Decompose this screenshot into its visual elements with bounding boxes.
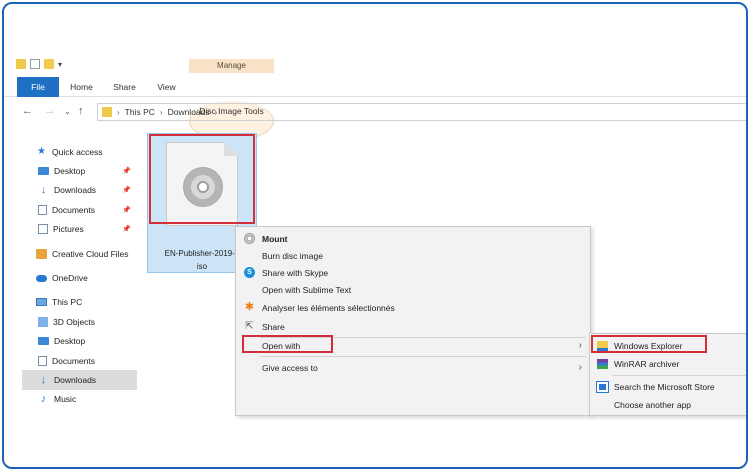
new-folder-icon[interactable]	[44, 59, 54, 69]
share-icon: ⇱	[245, 321, 254, 332]
sidebar-item-documents-pc[interactable]: Documents	[22, 351, 137, 370]
menu-item-share[interactable]: ⇱ Share	[236, 318, 590, 335]
submenu-chevron-icon: ›	[578, 340, 582, 351]
sidebar-item-desktop[interactable]: Desktop 📌	[22, 161, 137, 180]
skype-icon: S	[244, 267, 255, 278]
folder-icon	[102, 107, 112, 117]
highlight-box-windows-explorer	[591, 335, 707, 353]
pin-icon: 📌	[122, 206, 131, 214]
pin-icon: 📌	[122, 226, 131, 234]
desktop-icon	[38, 337, 49, 346]
3d-objects-icon	[38, 316, 48, 327]
manage-contextual-tab-header: Manage	[189, 59, 274, 73]
menu-item-burn-disc-image[interactable]: Burn disc image	[236, 247, 590, 264]
music-icon: ♪	[40, 393, 47, 406]
breadcrumb-separator-icon: ›	[214, 107, 218, 117]
highlight-box-open-with	[242, 335, 333, 353]
sidebar-item-label: Desktop	[54, 166, 86, 177]
tab-home[interactable]: Home	[64, 77, 99, 97]
documents-icon	[38, 355, 47, 366]
avast-icon: ✱	[244, 301, 255, 313]
address-bar[interactable]: › This PC › Downloads ›	[97, 103, 746, 121]
menu-item-share-with-skype[interactable]: S Share with Skype	[236, 264, 590, 281]
download-arrow-icon: ↓	[40, 373, 47, 386]
sidebar-item-label: OneDrive	[52, 273, 88, 284]
desktop-icon	[38, 167, 49, 176]
sidebar-item-label: Downloads	[54, 374, 97, 385]
sidebar-item-label: Pictures	[53, 224, 84, 235]
menu-item-analyser[interactable]: ✱ Analyser les éléments sélectionnés	[236, 299, 590, 316]
breadcrumb-this-pc[interactable]: This PC	[125, 107, 155, 117]
navigation-pane: ★ Quick access Desktop 📌 ↓ Downloads 📌 D…	[22, 142, 137, 409]
menu-item-open-with-sublime-text[interactable]: Open with Sublime Text	[236, 281, 590, 298]
microsoft-store-icon	[596, 381, 609, 393]
breadcrumb-separator-icon: ›	[117, 107, 120, 117]
menu-separator	[612, 375, 746, 376]
sidebar-item-documents[interactable]: Documents 📌	[22, 200, 137, 219]
properties-icon[interactable]	[30, 59, 40, 69]
documents-icon	[38, 204, 47, 215]
winrar-icon	[597, 359, 608, 369]
breadcrumb-separator-icon: ›	[159, 107, 163, 117]
folder-icon	[16, 59, 26, 69]
menu-item-mount[interactable]: Mount	[236, 230, 590, 247]
sidebar-item-label: Documents	[52, 204, 95, 215]
sidebar-item-creative-cloud-files[interactable]: Creative Cloud Files	[22, 244, 137, 263]
tab-view[interactable]: View	[149, 77, 184, 97]
sidebar-item-onedrive[interactable]: OneDrive	[22, 268, 137, 287]
recent-locations-chevron-icon[interactable]: ⌄	[64, 107, 71, 116]
highlight-box-file	[149, 134, 255, 224]
sidebar-item-label: Downloads	[54, 185, 97, 196]
submenu-item-choose-another-app[interactable]: Choose another app	[590, 396, 746, 414]
tab-file[interactable]: File	[17, 77, 59, 97]
sidebar-item-3d-objects[interactable]: 3D Objects	[22, 312, 137, 331]
breadcrumb-downloads[interactable]: Downloads	[168, 107, 210, 117]
sidebar-item-quick-access[interactable]: ★ Quick access	[22, 142, 137, 161]
disc-icon	[244, 233, 255, 244]
tab-share[interactable]: Share	[107, 77, 142, 97]
sidebar-item-label: Quick access	[52, 146, 103, 157]
navigation-bar: ← → ⌄ ↑ › This PC › Downloads ›	[4, 101, 746, 123]
sidebar-item-music[interactable]: ♪ Music	[22, 390, 137, 409]
pin-icon: 📌	[122, 187, 131, 195]
sidebar-item-downloads-pc[interactable]: ↓ Downloads	[22, 370, 137, 390]
sidebar-item-label: Music	[54, 394, 77, 405]
sidebar-item-pictures[interactable]: Pictures 📌	[22, 220, 137, 239]
menu-item-give-access-to[interactable]: Give access to ›	[236, 359, 590, 376]
pictures-icon	[38, 224, 48, 235]
submenu-item-winrar[interactable]: WinRAR archiver	[590, 355, 746, 373]
quick-access-toolbar: ▾	[16, 57, 62, 71]
forward-arrow-icon[interactable]: →	[44, 105, 55, 117]
sidebar-item-label: Documents	[52, 355, 95, 366]
sidebar-item-downloads[interactable]: ↓ Downloads 📌	[22, 181, 137, 200]
screenshot-frame: ▾ Manage File Home Share View Disc Image…	[2, 2, 748, 469]
star-icon: ★	[37, 145, 46, 157]
submenu-chevron-icon: ›	[578, 362, 582, 373]
sidebar-item-label: 3D Objects	[53, 316, 96, 327]
creative-cloud-folder-icon	[36, 248, 47, 259]
sidebar-item-this-pc[interactable]: This PC	[22, 293, 137, 312]
ribbon-tabs: File Home Share View Disc Image Tools	[4, 77, 746, 141]
download-arrow-icon: ↓	[40, 184, 47, 197]
sidebar-item-label: Desktop	[54, 336, 86, 347]
this-pc-icon	[36, 298, 47, 307]
menu-separator	[260, 356, 586, 357]
onedrive-cloud-icon	[36, 274, 47, 282]
submenu-item-search-microsoft-store[interactable]: Search the Microsoft Store	[590, 378, 746, 396]
pin-icon: 📌	[122, 168, 131, 176]
context-menu: Mount Burn disc image S Share with Skype…	[235, 226, 591, 416]
sidebar-item-label: This PC	[52, 297, 83, 308]
sidebar-item-desktop-pc[interactable]: Desktop	[22, 332, 137, 351]
customize-toolbar-chevron-icon[interactable]: ▾	[58, 60, 62, 69]
up-arrow-icon[interactable]: ↑	[78, 105, 84, 117]
sidebar-item-label: Creative Cloud Files	[52, 248, 129, 259]
back-arrow-icon[interactable]: ←	[22, 105, 33, 117]
